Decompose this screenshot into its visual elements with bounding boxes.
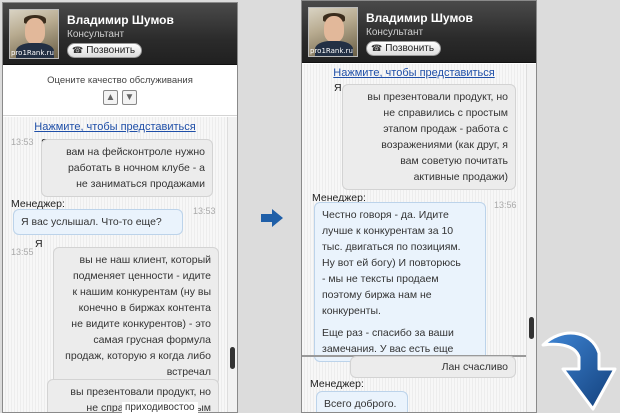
call-button[interactable]: ☎ Позвонить (366, 41, 442, 56)
client-message: вы не наш клиент, который подменяет ценн… (53, 247, 219, 385)
operator-name: Владимир Шумов (366, 11, 473, 25)
avatar-watermark: pro1Rank.ru (11, 49, 54, 57)
operator-role: Консультант (366, 27, 424, 38)
operator-name: Владимир Шумов (67, 13, 174, 27)
phone-icon: ☎ (371, 43, 383, 53)
rating-prompt: Оцените качество обслуживания (47, 75, 193, 86)
sender-label: Я (35, 238, 43, 250)
chat-log: Нажмите, чтобы представиться 13:53 Я вам… (3, 117, 227, 412)
operator-avatar: pro1Rank.ru (9, 9, 59, 59)
introduce-link[interactable]: Нажмите, чтобы представиться (3, 121, 227, 133)
operator-header: pro1Rank.ru Владимир Шумов Консультант ☎… (302, 1, 536, 63)
timestamp: 13:56 (494, 200, 517, 210)
chat-widget-after: pro1Rank.ru Владимир Шумов Консультант ☎… (301, 0, 537, 413)
call-button[interactable]: ☎ Позвонить (67, 43, 143, 58)
overflow-fragment: приходивостоо (122, 402, 198, 413)
client-message: вы презентовали продукт, но не справилис… (342, 84, 516, 190)
chat-scrollbar[interactable] (227, 117, 237, 412)
call-button-label: Позвонить (385, 43, 435, 54)
timestamp: 13:53 (11, 137, 34, 147)
thumbs-up-icon[interactable]: ▲ (103, 90, 118, 105)
sender-label: Менеджер: (310, 378, 364, 390)
rating-panel: Оцените качество обслуживания ▲ ▼ (3, 66, 237, 116)
introduce-link[interactable]: Нажмите, чтобы представиться (302, 67, 526, 79)
scrollbar-thumb[interactable] (529, 317, 534, 339)
operator-header: pro1Rank.ru Владимир Шумов Консультант ☎… (3, 3, 237, 65)
arrow-curved-down-icon (541, 331, 617, 411)
operator-message: Всего доброго. (316, 391, 408, 412)
timestamp: 13:55 (11, 247, 34, 257)
sender-label: Я (334, 82, 342, 94)
avatar-watermark: pro1Rank.ru (310, 47, 353, 55)
client-message: вам на фейсконтроле нужно работать в ноч… (41, 139, 213, 197)
operator-role: Консультант (67, 29, 125, 40)
chat-scrollbar[interactable] (526, 64, 536, 412)
operator-message: Честно говоря - да. Идите лучше к конкур… (314, 202, 486, 362)
timestamp: 13:53 (193, 206, 216, 216)
call-button-label: Позвонить (86, 45, 136, 56)
client-message: Лан счасливо (350, 356, 516, 378)
scrollbar-thumb[interactable] (230, 347, 235, 369)
operator-avatar: pro1Rank.ru (308, 7, 358, 57)
thumbs-down-icon[interactable]: ▼ (122, 90, 137, 105)
arrow-right-icon (261, 209, 283, 227)
operator-message: Я вас услышал. Что-то еще? (13, 209, 183, 235)
chat-log: Нажмите, чтобы представиться Я вы презен… (302, 64, 526, 412)
phone-icon: ☎ (72, 45, 84, 55)
chat-widget-before: pro1Rank.ru Владимир Шумов Консультант ☎… (2, 2, 238, 413)
